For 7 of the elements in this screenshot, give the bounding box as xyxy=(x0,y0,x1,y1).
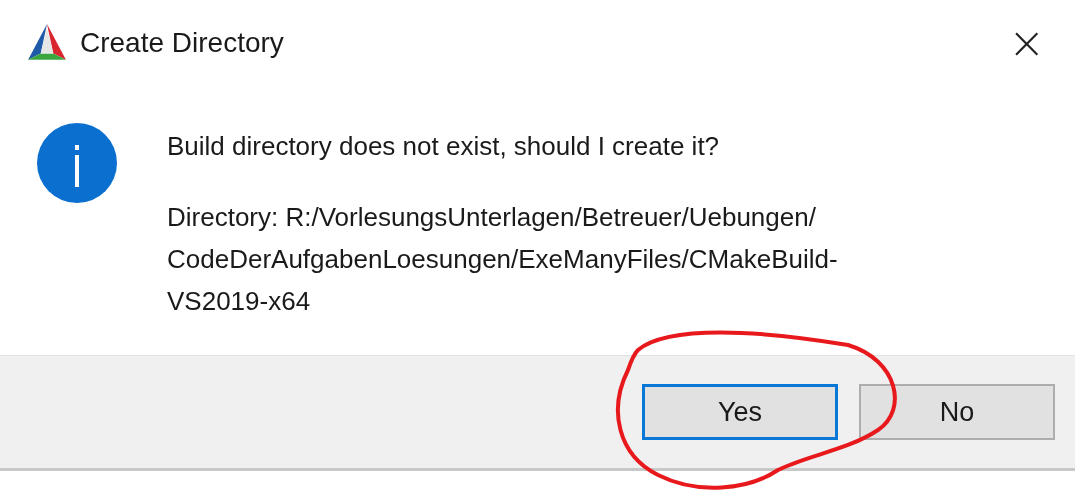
dialog-button[interactable]: Yes xyxy=(642,384,838,440)
window-title: Create Directory xyxy=(80,26,285,59)
question-text: Build directory does not exist, should I create it? xyxy=(167,131,721,162)
directory-text: Directory: R:/VorlesungsUnterlagen/Betreuer/Uebungen/ CodeDerAufgabenLoesungen/ExeManyFiles/CMakeBuild- VS2019-x64 xyxy=(167,201,838,318)
close-button[interactable]: × xyxy=(1000,20,1053,65)
info-icon xyxy=(37,123,117,203)
dialog-button[interactable]: No xyxy=(859,384,1055,440)
